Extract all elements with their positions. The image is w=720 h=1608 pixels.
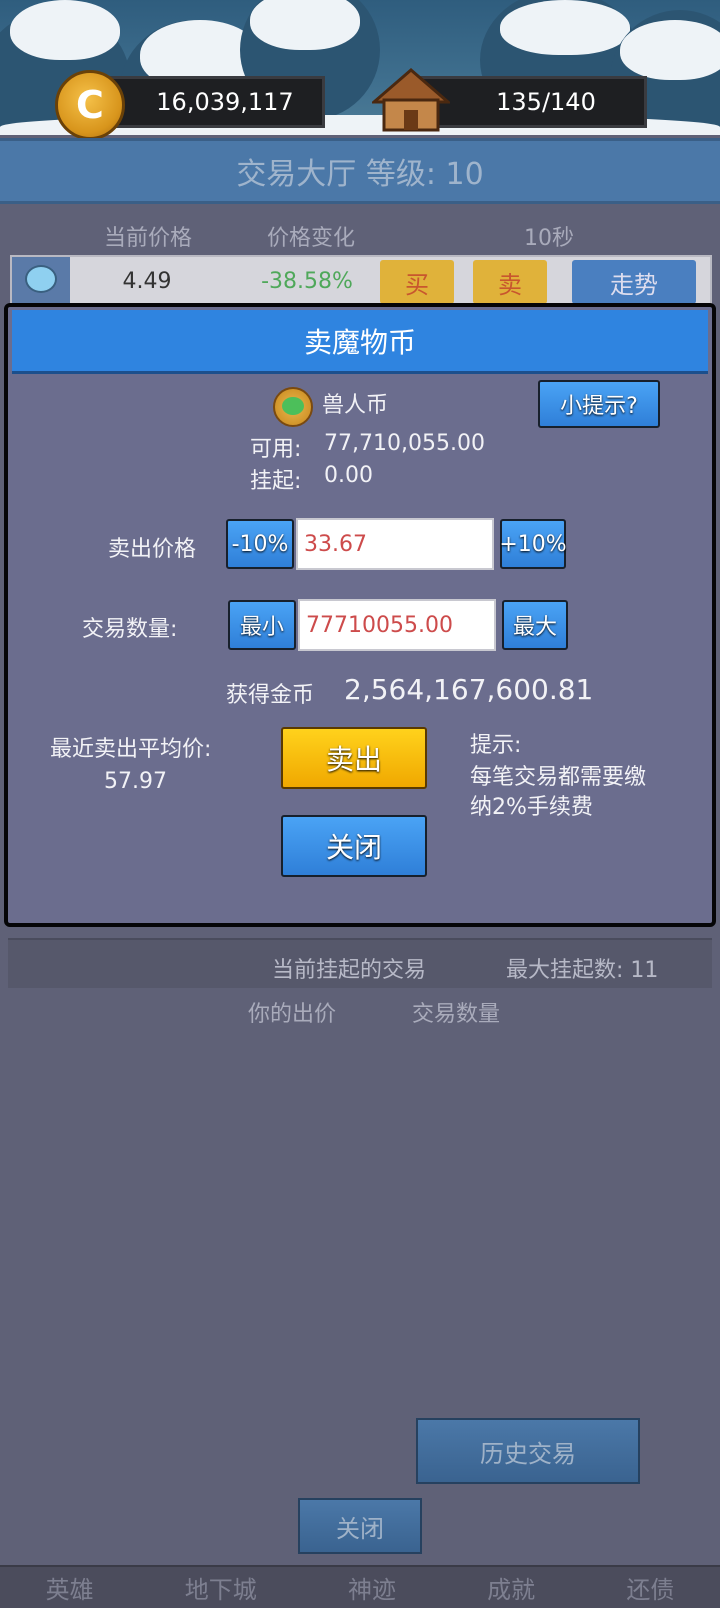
- bottom-navigation: 英雄 地下城 神迹 成就 还债: [0, 1565, 720, 1608]
- sell-confirm-button[interactable]: 卖出: [281, 727, 427, 789]
- sell-monster-coin-dialog: 卖魔物币 兽人币 小提示? 可用: 77,710,055.00 挂起: 0.00…: [4, 303, 716, 927]
- pending-trades-title: 当前挂起的交易: [272, 958, 427, 983]
- quantity-input[interactable]: 77710055.00: [298, 599, 496, 651]
- history-trades-button[interactable]: 历史交易: [416, 1418, 640, 1484]
- max-quantity-button[interactable]: 最大: [502, 600, 568, 650]
- hall-close-button[interactable]: 关闭: [298, 1498, 422, 1554]
- row-price: 4.49: [122, 268, 172, 294]
- pending-value: 0.00: [324, 463, 373, 488]
- buy-button[interactable]: 买: [380, 260, 454, 304]
- column-quantity: 交易数量: [412, 1002, 501, 1027]
- min-quantity-button[interactable]: 最小: [228, 600, 296, 650]
- receive-gold-value: 2,564,167,600.81: [344, 673, 594, 706]
- trend-button[interactable]: 走势: [572, 260, 696, 304]
- sell-button[interactable]: 卖: [473, 260, 547, 304]
- available-label: 可用:: [250, 437, 302, 462]
- monster-coin-icon: [12, 257, 70, 303]
- trading-hall-title: 交易大厅 等级: 10: [0, 138, 720, 204]
- gold-counter: 16,039,117: [95, 76, 325, 128]
- gold-value: 16,039,117: [156, 88, 294, 116]
- sell-price-label: 卖出价格: [108, 537, 197, 562]
- decrease-10-button[interactable]: -10%: [226, 519, 294, 569]
- pending-trades-header: 当前挂起的交易 最大挂起数: 11: [8, 938, 712, 988]
- receive-gold-label: 获得金币: [226, 683, 315, 708]
- available-value: 77,710,055.00: [324, 431, 485, 456]
- gold-coin-icon: C: [55, 70, 125, 140]
- quantity-label: 交易数量:: [82, 617, 178, 642]
- nav-achievements[interactable]: 成就: [487, 1570, 535, 1605]
- market-row: 4.49 -38.58% 买 卖 走势: [10, 255, 712, 305]
- sell-price-input[interactable]: 33.67: [296, 518, 494, 570]
- dialog-title: 卖魔物币: [12, 310, 708, 374]
- hint-line-2: 纳2%手续费: [470, 795, 593, 820]
- recent-average-label: 最近卖出平均价:: [50, 737, 212, 762]
- increase-10-button[interactable]: +10%: [499, 519, 567, 569]
- pending-label: 挂起:: [250, 469, 302, 494]
- recent-average-value: 57.97: [104, 769, 167, 794]
- column-price-change: 价格变化: [267, 226, 356, 251]
- column-your-bid: 你的出价: [248, 1002, 337, 1027]
- hint-title: 提示:: [470, 733, 522, 758]
- nav-heroes[interactable]: 英雄: [46, 1570, 94, 1605]
- nav-miracle[interactable]: 神迹: [348, 1570, 396, 1605]
- hint-line-1: 每笔交易都需要缴: [470, 765, 647, 790]
- tip-button[interactable]: 小提示?: [538, 380, 660, 428]
- nav-dungeon[interactable]: 地下城: [185, 1570, 257, 1605]
- dialog-close-button[interactable]: 关闭: [281, 815, 427, 877]
- coin-glyph: C: [76, 83, 104, 127]
- column-timer: 10秒: [524, 226, 574, 251]
- orc-coin-icon: [273, 387, 313, 427]
- capacity-value: 135/140: [496, 88, 596, 116]
- nav-repay-debt[interactable]: 还债: [626, 1570, 674, 1605]
- row-change: -38.58%: [261, 268, 353, 294]
- currency-name: 兽人币: [322, 393, 389, 418]
- column-current-price: 当前价格: [104, 226, 193, 251]
- house-icon: [372, 68, 450, 132]
- max-pending-count: 最大挂起数: 11: [506, 958, 659, 983]
